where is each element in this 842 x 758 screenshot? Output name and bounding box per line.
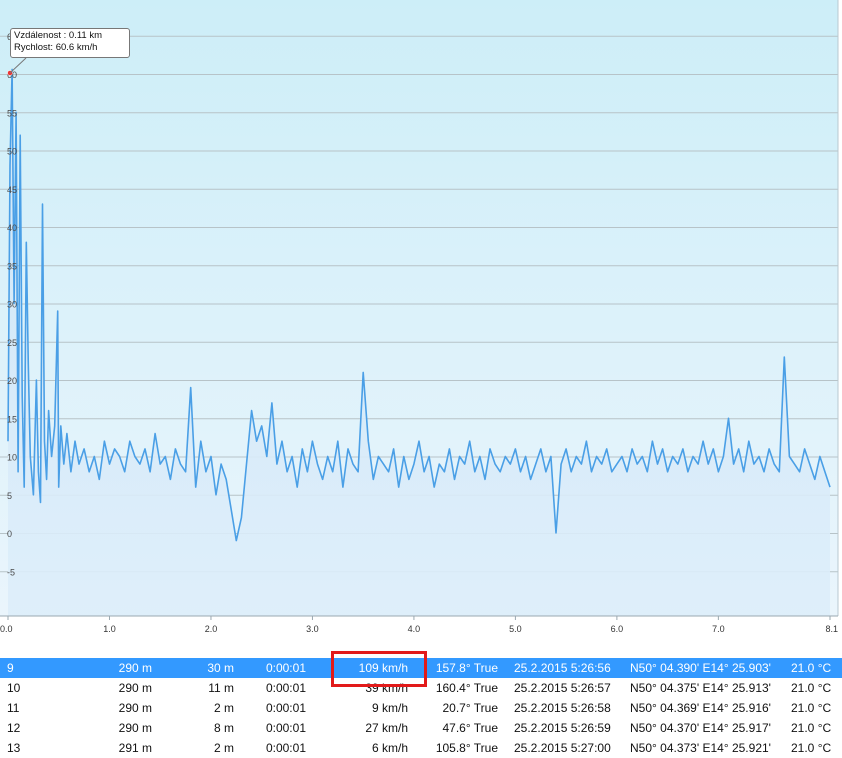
cell-point-id: 11 <box>7 701 20 715</box>
y-tick-label: -5 <box>7 567 15 577</box>
cell-segment: 30 m <box>207 661 234 675</box>
cell-coordinates: N50° 04.373' E14° 25.921' <box>630 741 771 755</box>
cell-heading: 105.8° True <box>435 741 498 755</box>
table-row[interactable]: 9 290 m 30 m 0:00:01 109 km/h 157.8° True 25.2… <box>0 658 842 678</box>
cell-coordinates: N50° 04.390' E14° 25.903' <box>630 661 771 675</box>
cell-speed: 9 km/h <box>371 701 408 715</box>
cell-timestamp: 25.2.2015 5:26:57 <box>514 681 611 695</box>
cell-duration: 0:00:01 <box>265 681 306 695</box>
y-tick-label: 35 <box>7 261 17 271</box>
cell-point-id: 9 <box>7 661 14 675</box>
table-row[interactable]: 13 291 m 2 m 0:00:01 6 km/h 105.8° True 25.2.2… <box>0 738 842 758</box>
cell-duration: 0:00:01 <box>265 701 306 715</box>
cell-duration: 0:00:01 <box>265 741 306 755</box>
speed-chart[interactable]: -50510152025303540455055606 0.01.02.03.0… <box>0 0 842 640</box>
x-tick-label: 8.1 <box>825 624 838 634</box>
cell-heading: 160.4° True <box>435 681 498 695</box>
cell-distance: 291 m <box>118 741 152 755</box>
cell-speed: 109 km/h <box>358 661 408 675</box>
table-row[interactable]: 11 290 m 2 m 0:00:01 9 km/h 20.7° True 25.2.20… <box>0 698 842 718</box>
x-axis-ticks: 0.0 1.0 2.0 3.0 4.0 5.0 6.0 7.0 8.1 <box>0 616 838 634</box>
cell-temperature: 21.0 °C <box>791 681 832 695</box>
y-tick-label: 15 <box>7 414 17 424</box>
cell-segment: 8 m <box>213 721 234 735</box>
cell-speed: 6 km/h <box>371 741 408 755</box>
y-tick-label: 50 <box>7 147 17 157</box>
cell-coordinates: N50° 04.375' E14° 25.913' <box>630 681 771 695</box>
cell-timestamp: 25.2.2015 5:26:56 <box>514 661 611 675</box>
y-tick-label: 55 <box>7 108 17 118</box>
cell-point-id: 12 <box>7 721 21 735</box>
cell-distance: 290 m <box>118 701 152 715</box>
cell-coordinates: N50° 04.369' E14° 25.916' <box>630 701 771 715</box>
x-tick-label: 4.0 <box>408 624 421 634</box>
y-tick-label: 10 <box>7 453 17 463</box>
x-tick-label: 6.0 <box>611 624 624 634</box>
cell-timestamp: 25.2.2015 5:27:00 <box>514 741 611 755</box>
cell-segment: 2 m <box>213 741 234 755</box>
cell-distance: 290 m <box>118 681 152 695</box>
chart-tooltip: Vzdálenost : 0.11 km Rychlost: 60.6 km/h <box>10 28 130 58</box>
x-tick-label: 7.0 <box>712 624 725 634</box>
x-tick-label: 3.0 <box>306 624 319 634</box>
x-tick-label: 1.0 <box>103 624 116 634</box>
cell-duration: 0:00:01 <box>265 721 306 735</box>
y-tick-label: 25 <box>7 338 17 348</box>
cell-heading: 157.8° True <box>435 661 498 675</box>
cell-segment: 11 m <box>208 681 234 695</box>
cell-segment: 2 m <box>213 701 234 715</box>
cell-heading: 20.7° True <box>442 701 499 715</box>
speed-chart-svg[interactable]: -50510152025303540455055606 0.01.02.03.0… <box>0 0 842 640</box>
cell-timestamp: 25.2.2015 5:26:59 <box>514 721 611 735</box>
cell-temperature: 21.0 °C <box>791 741 832 755</box>
y-tick-label: 5 <box>7 491 12 501</box>
cell-speed: 39 km/h <box>365 681 408 695</box>
tooltip-speed: Rychlost: 60.6 km/h <box>14 42 98 53</box>
y-tick-label: 40 <box>7 223 17 233</box>
cell-temperature: 21.0 °C <box>791 721 832 735</box>
cell-speed: 27 km/h <box>365 721 408 735</box>
x-tick-label: 0.0 <box>0 624 13 634</box>
x-tick-label: 2.0 <box>205 624 218 634</box>
tooltip-distance: Vzdálenost : 0.11 km <box>14 30 103 41</box>
x-tick-label: 5.0 <box>509 624 522 634</box>
y-tick-label: 20 <box>7 376 17 386</box>
y-tick-label: 0 <box>7 529 12 539</box>
cell-temperature: 21.0 °C <box>791 661 832 675</box>
y-tick-label: 30 <box>7 300 17 310</box>
cell-point-id: 13 <box>7 741 21 755</box>
cell-coordinates: N50° 04.370' E14° 25.917' <box>630 721 771 735</box>
cell-temperature: 21.0 °C <box>791 701 832 715</box>
cell-duration: 0:00:01 <box>265 661 306 675</box>
table-row[interactable]: 12 290 m 8 m 0:00:01 27 km/h 47.6° True 25.2.2… <box>0 718 842 738</box>
cell-heading: 47.6° True <box>442 721 499 735</box>
cell-distance: 290 m <box>118 661 152 675</box>
cell-point-id: 10 <box>7 681 21 695</box>
cell-timestamp: 25.2.2015 5:26:58 <box>514 701 611 715</box>
table-row[interactable]: 10 290 m 11 m 0:00:01 39 km/h 160.4° True 25.2… <box>0 678 842 698</box>
cell-distance: 290 m <box>118 721 152 735</box>
y-tick-label: 45 <box>7 185 17 195</box>
